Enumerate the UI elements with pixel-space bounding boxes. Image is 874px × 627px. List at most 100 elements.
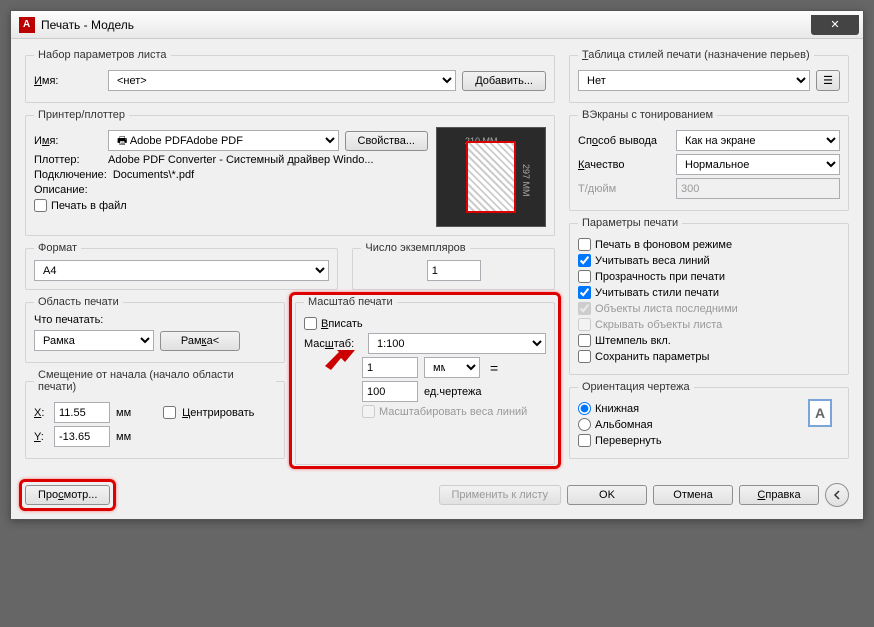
scale-drawing-label: ед.чертежа [424, 386, 481, 398]
opt-paperspace-label: Объекты листа последними [595, 303, 738, 315]
offset-y-input[interactable] [54, 426, 110, 447]
opt-plotstyles-checkbox[interactable] [578, 286, 591, 299]
copies-input[interactable] [427, 260, 481, 281]
scale-lineweights-checkbox [362, 405, 375, 418]
shade-quality-select[interactable]: Нормальное [676, 154, 840, 175]
scale-group-fieldset: Масштаб печати Вписать Масштаб: 1:100 [295, 296, 555, 465]
scale-unit-type[interactable]: мм [424, 357, 480, 378]
plot-styles-edit-button[interactable]: ☰ [816, 70, 840, 91]
orient-portrait-radio[interactable] [578, 402, 591, 415]
shade-method-select[interactable]: Как на экране [676, 130, 840, 151]
print-to-file-checkbox[interactable] [34, 199, 47, 212]
offset-legend: Смещение от начала (начало области печат… [34, 369, 276, 393]
offset-x-label: X: [34, 407, 48, 419]
plot-area-legend: Область печати [34, 296, 123, 308]
plot-options-group: Параметры печати Печать в фоновом режиме… [569, 217, 849, 375]
dpi-label: Т/дюйм [578, 183, 670, 195]
collapse-button[interactable] [825, 483, 849, 507]
orient-landscape-radio[interactable] [578, 418, 591, 431]
orient-landscape-label: Альбомная [595, 419, 653, 431]
opt-background-checkbox[interactable] [578, 238, 591, 251]
print-dialog: Печать - Модель ✕ Набор параметров листа… [10, 10, 864, 520]
printer-properties-button[interactable]: Свойства... [345, 131, 428, 151]
shaded-legend: ВЭкраны с тонированием [578, 109, 717, 121]
opt-transparency-checkbox[interactable] [578, 270, 591, 283]
plot-area-select[interactable]: Рамка [34, 330, 154, 351]
plot-styles-group: Таблица стилей печати (назначение перьев… [569, 49, 849, 103]
page-setup-legend: Набор параметров листа [34, 49, 171, 61]
opt-lineweights-label: Учитывать веса линий [595, 255, 710, 267]
offset-y-label: Y: [34, 431, 48, 443]
plot-window-button[interactable]: Рамка< [160, 331, 240, 351]
center-label: Центрировать [182, 407, 254, 419]
orientation-group: Ориентация чертежа Книжная Альбомная Пер… [569, 381, 849, 459]
opt-background-label: Печать в фоновом режиме [595, 239, 732, 251]
scale-select[interactable]: 1:100 [368, 333, 546, 354]
format-legend: Формат [34, 242, 81, 254]
equals-icon: = [486, 360, 502, 376]
format-group: Формат A4 [25, 242, 338, 290]
paper-height-label: 297 MM [521, 164, 531, 197]
opt-stamp-label: Штемпель вкл. [595, 335, 671, 347]
shade-method-label: Способ вывода [578, 135, 670, 147]
center-checkbox[interactable] [163, 406, 176, 419]
offset-x-input[interactable] [54, 402, 110, 423]
close-button[interactable]: ✕ [811, 15, 859, 35]
ok-button[interactable]: OK [567, 485, 647, 505]
window-title: Печать - Модель [41, 18, 811, 32]
opt-save-label: Сохранить параметры [595, 351, 709, 363]
shade-quality-label: Качество [578, 159, 670, 171]
copies-legend: Число экземпляров [361, 242, 469, 254]
copies-group: Число экземпляров [352, 242, 555, 290]
opt-paperspace-checkbox [578, 302, 591, 315]
shaded-group: ВЭкраны с тонированием Способ вывода Как… [569, 109, 849, 211]
offset-x-unit: мм [116, 407, 131, 419]
plot-area-group: Область печати Что печатать: Рамка Рамка… [25, 296, 285, 363]
opt-plotstyles-label: Учитывать стили печати [595, 287, 719, 299]
offset-group: Смещение от начала (начало области печат… [25, 369, 285, 459]
opt-save-checkbox[interactable] [578, 350, 591, 363]
pagesetup-name-select[interactable]: <нет> [108, 70, 456, 91]
orient-upside-checkbox[interactable] [578, 434, 591, 447]
orient-upside-label: Перевернуть [595, 435, 662, 447]
scale-label: Масштаб: [304, 338, 362, 350]
paper-preview: 210 MM 297 MM [436, 127, 546, 227]
orientation-icon: A [808, 399, 832, 427]
printer-legend: Принтер/плоттер [34, 109, 129, 121]
connection-label: Подключение: [34, 169, 107, 181]
fit-label: Вписать [321, 318, 363, 330]
pagesetup-name-label: Имя: [34, 75, 102, 87]
print-to-file-label: Печать в файл [51, 200, 127, 212]
preview-button[interactable]: Просмотр... [25, 485, 110, 505]
app-icon [19, 17, 35, 33]
opt-hide-checkbox [578, 318, 591, 331]
chevron-left-icon [832, 490, 842, 500]
opt-stamp-checkbox[interactable] [578, 334, 591, 347]
description-label: Описание: [34, 184, 102, 196]
scale-lineweights-label: Масштабировать веса линий [379, 406, 527, 418]
plotter-label: Плоттер: [34, 154, 102, 166]
orientation-legend: Ориентация чертежа [578, 381, 694, 393]
page-setup-group: Набор параметров листа Имя: <нет> Добави… [25, 49, 555, 103]
scale-drawing-input[interactable] [362, 381, 418, 402]
fit-checkbox[interactable] [304, 317, 317, 330]
titlebar: Печать - Модель ✕ [11, 11, 863, 39]
scale-unit-input[interactable] [362, 357, 418, 378]
offset-y-unit: мм [116, 431, 131, 443]
opt-hide-label: Скрывать объекты листа [595, 319, 722, 331]
opt-transparency-label: Прозрачность при печати [595, 271, 725, 283]
plotter-value: Adobe PDF Converter - Системный драйвер … [108, 154, 374, 166]
format-select[interactable]: A4 [34, 260, 329, 281]
add-pagesetup-button[interactable]: Добавить... [462, 71, 546, 91]
plot-styles-select[interactable]: Нет [578, 70, 810, 91]
apply-layout-button: Применить к листу [439, 485, 562, 505]
dpi-input [676, 178, 840, 199]
help-button[interactable]: Справка [739, 485, 819, 505]
scale-legend: Масштаб печати [304, 296, 397, 308]
plot-options-legend: Параметры печати [578, 217, 682, 229]
opt-lineweights-checkbox[interactable] [578, 254, 591, 267]
printer-select[interactable]: 🖶 Adobe PDFAdobe PDF [108, 130, 339, 151]
cancel-button[interactable]: Отмена [653, 485, 733, 505]
plot-area-what-label: Что печатать: [34, 314, 276, 326]
printer-name-label: Имя: [34, 135, 102, 147]
